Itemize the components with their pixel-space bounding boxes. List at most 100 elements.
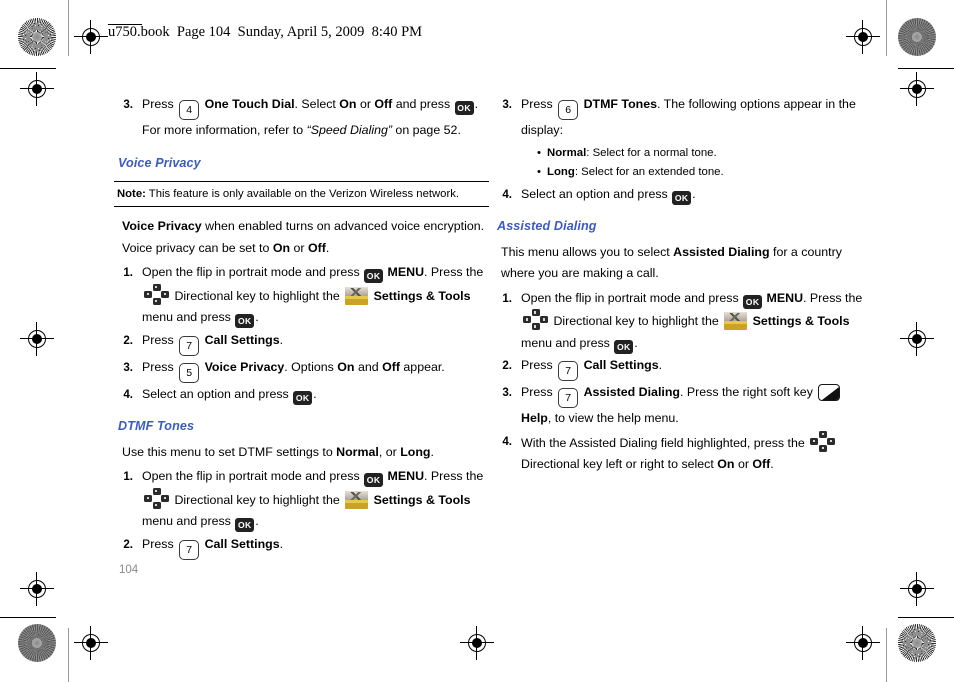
step-item: 4. Select an option and press OK. (493, 184, 868, 206)
ok-icon[interactable]: OK (235, 314, 255, 328)
key-icon-7[interactable]: 7 (179, 335, 200, 356)
settings-and-tools-icon[interactable] (724, 312, 748, 330)
step-bold-part: Help (521, 411, 548, 425)
trim-line-left-bottom (68, 628, 69, 682)
crosshair-mark-right-bottom (900, 572, 934, 606)
step-bold-part: On (337, 359, 355, 374)
step-bold-part: Call Settings (204, 536, 280, 551)
list-item-text: Long: Select for an extended tone. (547, 163, 724, 182)
crosshair-mark-bottom-left (74, 626, 108, 660)
bullet-dot-icon: • (537, 146, 541, 159)
trim-line-bottom-right (898, 617, 954, 618)
step-text-part: . (279, 332, 284, 347)
key-icon-5[interactable]: 5 (179, 362, 200, 383)
step-text-part: and press (392, 97, 454, 111)
directional-key-icon[interactable] (144, 283, 169, 305)
step-text-part: . (692, 186, 696, 201)
step-text-part: or (356, 97, 375, 111)
step-number: 4. (502, 434, 512, 448)
ok-icon[interactable]: OK (364, 269, 384, 283)
key-icon-7[interactable]: 7 (558, 388, 579, 408)
step-text-part: . Press the (424, 469, 484, 483)
list-item-desc: : Select for a normal tone. (586, 146, 717, 159)
steps-assisted-dialing: 1. Open the flip in portrait mode and pr… (493, 288, 868, 476)
step-bold-part: Settings & Tools (752, 314, 850, 328)
step-text-part: appear. (399, 359, 445, 374)
crosshair-mark-bottom-right (846, 626, 880, 660)
trim-line-top-left (0, 68, 56, 69)
step-bold-part: On (717, 457, 735, 471)
step-bold-part: MENU (387, 469, 425, 483)
step-bold-part: Off (752, 457, 771, 471)
step-number: 2. (123, 333, 133, 347)
step-number: 2. (502, 359, 512, 372)
para-text-part: . (325, 240, 330, 255)
crosshair-mark-left-bottom (20, 572, 54, 606)
step-number: 4. (123, 387, 133, 401)
step-bold-part: One Touch Dial (204, 97, 295, 111)
list-item: • Normal: Select for a normal tone. (537, 144, 868, 163)
para-text-part: Use this menu to set DTMF settings to (122, 444, 337, 459)
directional-key-icon[interactable] (523, 309, 548, 330)
step-number: 1. (123, 470, 133, 483)
page-header-text: u750.book Page 104 Sunday, April 5, 2009… (108, 24, 423, 40)
ok-icon[interactable]: OK (743, 294, 763, 309)
step-text-part: Press (521, 358, 557, 372)
list-item-desc: : Select for an extended tone. (574, 165, 724, 178)
ok-icon[interactable]: OK (293, 390, 313, 405)
step-item: 3. Press 5 Voice Privacy. Options On and… (114, 357, 489, 383)
key-icon-7[interactable]: 7 (179, 539, 200, 560)
para-text-part: This menu allows you to select (501, 244, 674, 259)
ok-icon[interactable]: OK (364, 473, 384, 487)
step-text-part: Directional key to highlight the (171, 492, 344, 507)
directional-key-icon[interactable] (144, 487, 169, 509)
para-bold-part: Voice Privacy (122, 219, 202, 233)
step-bold-part: Settings & Tools (373, 288, 471, 303)
step-text: Press 7 Call Settings. (142, 330, 489, 356)
ok-icon[interactable]: OK (672, 190, 692, 205)
steps-voice-privacy: 1. Open the flip in portrait mode and pr… (114, 262, 489, 405)
step-text-part: . Options (284, 359, 338, 374)
step-text-part: Press (142, 332, 178, 347)
para-text-part: or (290, 240, 308, 255)
step-text-part: or (734, 457, 753, 471)
step-bold-part: Call Settings (583, 358, 659, 372)
step-text-part: Press (521, 385, 557, 399)
paragraph-assisted-dialing-intro: This menu allows you to select Assisted … (493, 242, 868, 285)
step-text-part: Select an option and press (142, 386, 293, 401)
key-icon-6[interactable]: 6 (558, 100, 579, 120)
key-icon-4[interactable]: 4 (179, 100, 200, 120)
step-text: Press 6 DTMF Tones. The following option… (521, 94, 868, 142)
step-number: 1. (123, 266, 133, 279)
right-soft-key-icon[interactable] (818, 384, 841, 401)
directional-key-icon[interactable] (810, 430, 836, 452)
ok-icon[interactable]: OK (235, 518, 255, 532)
crosshair-mark-bottom-center (460, 626, 494, 660)
crosshair-mark-left-top (20, 72, 54, 106)
settings-and-tools-icon[interactable] (345, 286, 369, 305)
step-text-part: . (255, 310, 259, 324)
step-text-part: Directional key to highlight the (171, 288, 344, 303)
step-text-part: . (313, 386, 317, 401)
trim-line-top-right (898, 68, 954, 69)
ok-icon[interactable]: OK (614, 339, 634, 354)
settings-and-tools-icon[interactable] (345, 490, 369, 509)
list-item: • Long: Select for an extended tone. (537, 163, 868, 182)
step-text-part: , to view the help menu. (547, 411, 679, 425)
bullet-dot-icon: • (537, 165, 541, 178)
step-item: 1. Open the flip in portrait mode and pr… (114, 262, 489, 329)
key-icon-7[interactable]: 7 (558, 361, 579, 381)
ok-icon[interactable]: OK (454, 101, 474, 115)
trim-line-left-top (68, 0, 69, 56)
speed-dialing-reference: “Speed Dialing” (306, 123, 392, 137)
step-number: 3. (502, 386, 512, 399)
step-text-part: . Press the (424, 265, 484, 279)
step-text-part: . (770, 457, 774, 471)
paragraph-dtmf-intro: Use this menu to set DTMF settings to No… (114, 442, 489, 464)
step-text-part: . (279, 536, 284, 551)
starburst-mark-top-left (18, 18, 56, 56)
para-bold-part: Long (400, 444, 431, 459)
step-text-part: . (634, 335, 638, 350)
para-text-part: . (430, 444, 434, 459)
trim-line-right-top (886, 0, 887, 56)
